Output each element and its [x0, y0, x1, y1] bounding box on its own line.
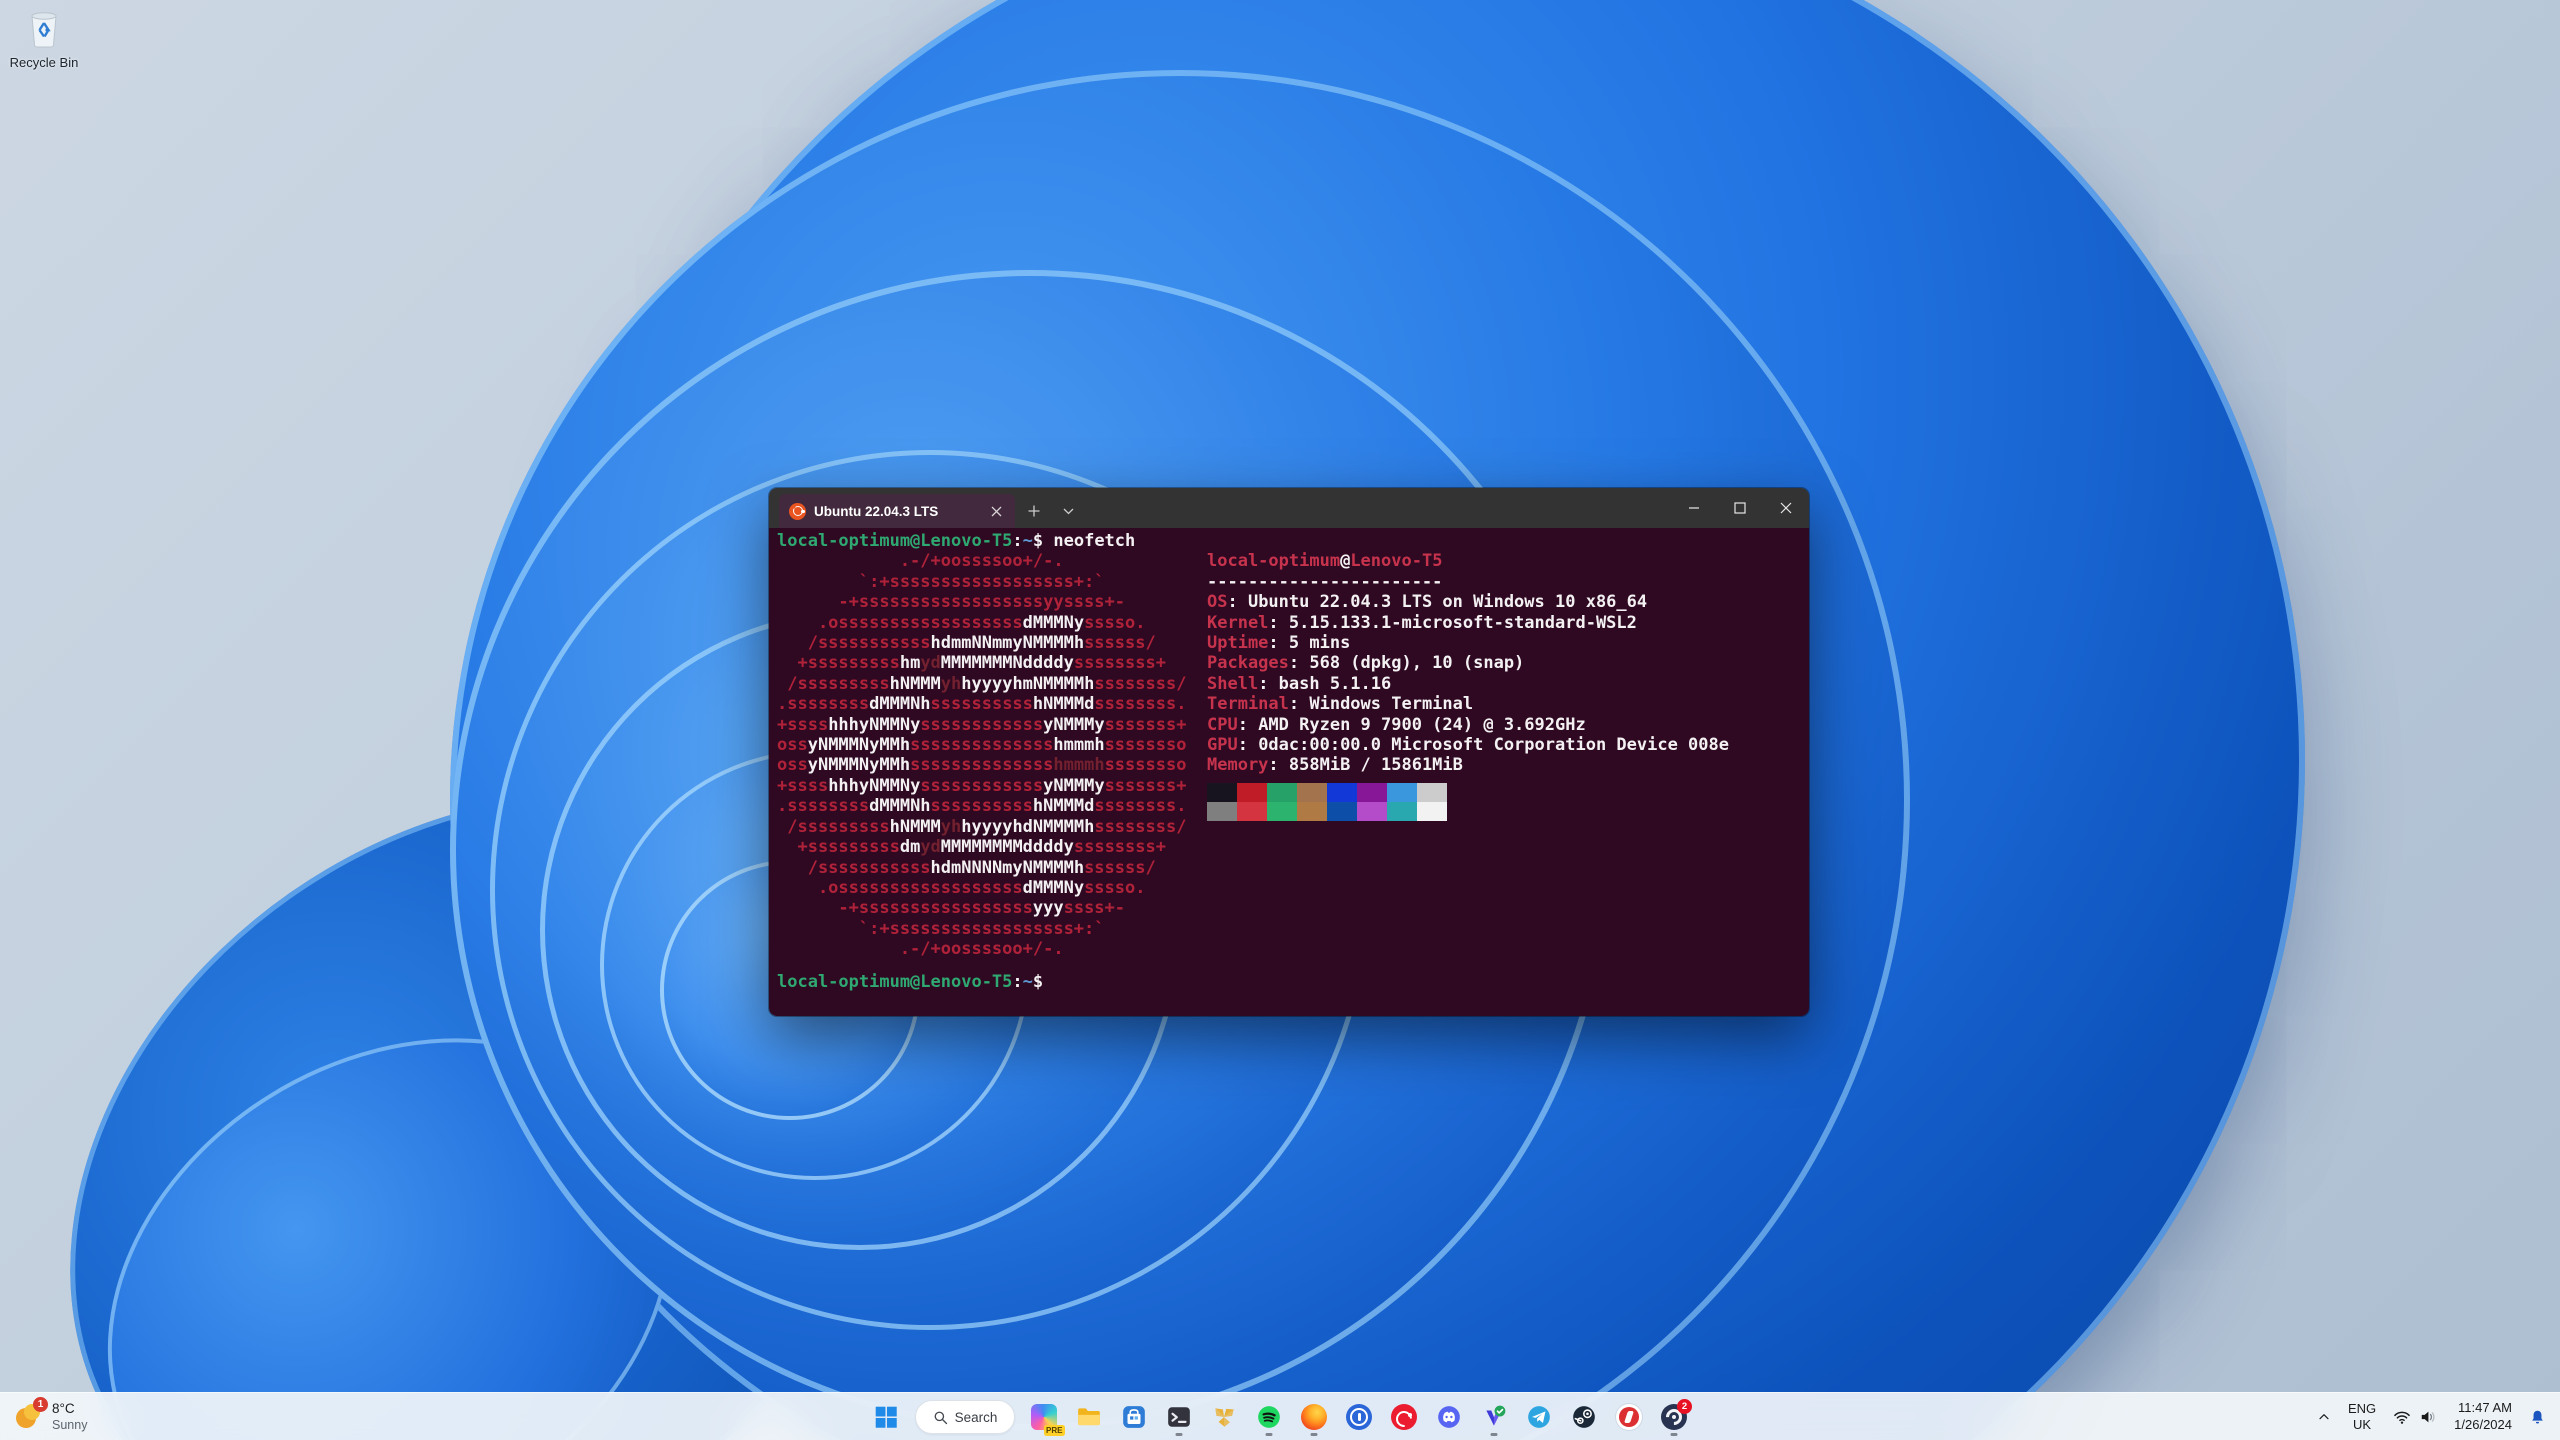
command-line: local-optimum@Lenovo-T5:~$ neofetch — [777, 531, 1136, 551]
terminal-titlebar[interactable]: Ubuntu 22.04.3 LTS — [769, 488, 1809, 528]
neofetch-ascii-art: .-/+oossssoo+/-. `:+ssssssssssssssssss+:… — [777, 551, 1187, 960]
clock-calendar[interactable]: 11:47 AM 1/26/2024 — [2449, 1397, 2517, 1437]
taskbar-icon-microsoft-store[interactable] — [1114, 1397, 1154, 1437]
notification-bell-icon — [2532, 1410, 2543, 1423]
ubuntu-logo-icon — [789, 502, 806, 520]
taskbar-icon-copilot[interactable]: PRE — [1024, 1397, 1065, 1437]
tab-dropdown-button[interactable] — [1053, 496, 1083, 526]
volume-icon — [2421, 1411, 2435, 1423]
discord-icon — [1438, 1406, 1460, 1428]
tray-overflow-chevron[interactable] — [2311, 1397, 2337, 1437]
gold-arrows-icon — [1215, 1408, 1234, 1427]
shell-prompt: local-optimum@Lenovo-T5:~$ — [777, 971, 1054, 992]
desktop: Recycle Bin Ubuntu 22.04.3 LTS local-opt… — [0, 0, 2560, 1440]
windows-logo-icon — [875, 1406, 897, 1428]
taskbar-icon-authy[interactable] — [1384, 1397, 1424, 1437]
terminal-content[interactable]: local-optimum@Lenovo-T5:~$ neofetch .-/+… — [769, 528, 1809, 1016]
notification-center-button[interactable] — [2523, 1397, 2552, 1437]
v-app-icon — [1486, 1405, 1506, 1426]
search-label: Search — [954, 1409, 998, 1425]
network-volume-flyout[interactable] — [2387, 1397, 2443, 1437]
taskbar-icon-spotify[interactable] — [1249, 1397, 1289, 1437]
tray-date: 1/26/2024 — [2454, 1417, 2512, 1432]
start-button[interactable] — [866, 1397, 906, 1437]
neofetch-system-info: local-optimum@Lenovo-T5 -----------------… — [1207, 551, 1729, 776]
windows-terminal-icon — [1168, 1407, 1190, 1427]
recycle-bin-label: Recycle Bin — [9, 55, 79, 70]
taskbar-icon-1password[interactable] — [1339, 1397, 1379, 1437]
recycle-bin[interactable]: Recycle Bin — [6, 8, 82, 70]
copilot-pre-badge: PRE — [1043, 1425, 1065, 1436]
new-tab-button[interactable] — [1019, 496, 1049, 526]
authy-icon — [1391, 1404, 1417, 1430]
taskbar-icon-target-app[interactable]: 2 — [1654, 1397, 1694, 1437]
language-code: ENG — [2347, 1400, 2377, 1416]
terminal-window: Ubuntu 22.04.3 LTS local-optimum@Lenovo-… — [769, 488, 1809, 1016]
language-indicator[interactable]: ENG UK — [2343, 1397, 2381, 1437]
taskbar-icon-discord[interactable] — [1429, 1397, 1469, 1437]
search-icon — [934, 1411, 947, 1424]
taskbar-icon-v-app[interactable] — [1474, 1397, 1514, 1437]
maximize-button[interactable] — [1717, 488, 1763, 528]
terminal-tab[interactable]: Ubuntu 22.04.3 LTS — [779, 494, 1015, 528]
tab-close-icon[interactable] — [985, 500, 1007, 522]
taskbar-icon-gold-arrows-app[interactable] — [1204, 1397, 1244, 1437]
tray-time: 11:47 AM — [2458, 1400, 2512, 1416]
file-explorer-icon — [1078, 1408, 1100, 1426]
microsoft-store-icon — [1123, 1406, 1145, 1428]
region-code: UK — [2353, 1417, 2372, 1432]
firefox-icon — [1301, 1404, 1327, 1430]
steam-icon — [1573, 1406, 1595, 1428]
taskbar-icon-red-shield-app[interactable] — [1609, 1397, 1649, 1437]
taskbar-icon-file-explorer[interactable] — [1069, 1397, 1109, 1437]
minimize-button[interactable] — [1671, 488, 1717, 528]
taskbar-icon-steam[interactable] — [1564, 1397, 1604, 1437]
target-app-badge: 2 — [1677, 1399, 1692, 1414]
taskbar: 1 8°C Sunny Search PRE 2 ENG UK 11:47 AM… — [0, 1392, 2560, 1440]
telegram-icon — [1528, 1406, 1550, 1428]
1password-icon — [1346, 1404, 1372, 1430]
search-box[interactable]: Search — [915, 1400, 1015, 1434]
taskbar-icon-windows-terminal[interactable] — [1159, 1397, 1199, 1437]
taskbar-icon-telegram[interactable] — [1519, 1397, 1559, 1437]
recycle-bin-icon — [31, 12, 57, 48]
tab-title: Ubuntu 22.04.3 LTS — [814, 503, 939, 519]
spotify-icon — [1258, 1406, 1280, 1428]
chevron-up-icon — [2319, 1414, 2329, 1420]
wifi-icon — [2394, 1411, 2410, 1424]
neofetch-color-palette — [1207, 782, 1729, 821]
red-shield-icon — [1616, 1404, 1642, 1430]
taskbar-icon-firefox[interactable] — [1294, 1397, 1334, 1437]
close-button[interactable] — [1763, 488, 1809, 528]
